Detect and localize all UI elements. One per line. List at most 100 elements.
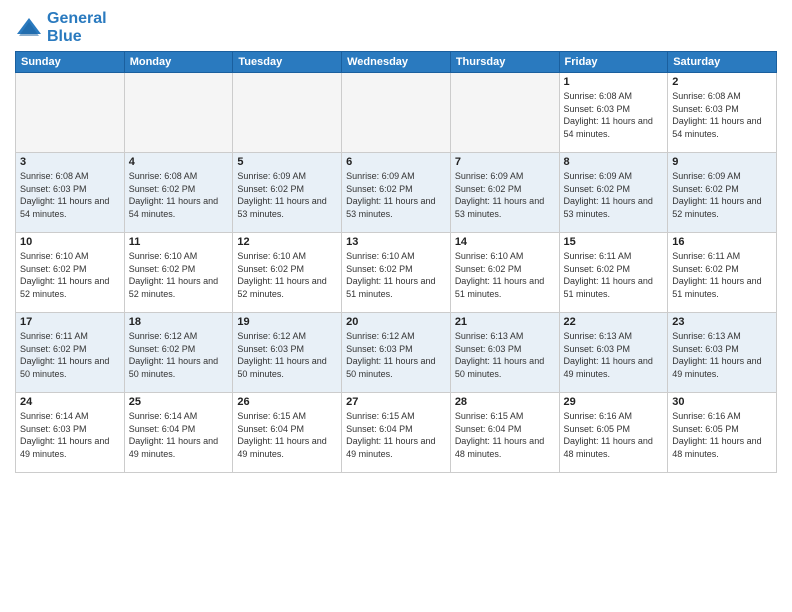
calendar-cell: 10 Sunrise: 6:10 AM Sunset: 6:02 PM Dayl… [16, 233, 125, 313]
weekday-header: Wednesday [342, 52, 451, 73]
calendar-cell: 17 Sunrise: 6:11 AM Sunset: 6:02 PM Dayl… [16, 313, 125, 393]
header: General Blue [15, 10, 777, 45]
calendar-cell: 15 Sunrise: 6:11 AM Sunset: 6:02 PM Dayl… [559, 233, 668, 313]
day-number: 12 [237, 236, 337, 248]
day-info: Sunrise: 6:08 AM Sunset: 6:03 PM Dayligh… [672, 91, 761, 139]
day-number: 20 [346, 316, 446, 328]
day-number: 4 [129, 156, 229, 168]
day-info: Sunrise: 6:08 AM Sunset: 6:03 PM Dayligh… [564, 91, 653, 139]
calendar-cell: 26 Sunrise: 6:15 AM Sunset: 6:04 PM Dayl… [233, 393, 342, 473]
calendar-cell: 20 Sunrise: 6:12 AM Sunset: 6:03 PM Dayl… [342, 313, 451, 393]
calendar-cell: 18 Sunrise: 6:12 AM Sunset: 6:02 PM Dayl… [124, 313, 233, 393]
logo: General Blue [15, 10, 107, 45]
day-number: 10 [20, 236, 120, 248]
calendar-cell [342, 73, 451, 153]
day-info: Sunrise: 6:09 AM Sunset: 6:02 PM Dayligh… [237, 171, 326, 219]
day-number: 24 [20, 396, 120, 408]
calendar-cell: 28 Sunrise: 6:15 AM Sunset: 6:04 PM Dayl… [450, 393, 559, 473]
day-info: Sunrise: 6:12 AM Sunset: 6:03 PM Dayligh… [346, 331, 435, 379]
calendar-cell: 30 Sunrise: 6:16 AM Sunset: 6:05 PM Dayl… [668, 393, 777, 473]
calendar-cell: 14 Sunrise: 6:10 AM Sunset: 6:02 PM Dayl… [450, 233, 559, 313]
calendar-cell: 9 Sunrise: 6:09 AM Sunset: 6:02 PM Dayli… [668, 153, 777, 233]
day-info: Sunrise: 6:13 AM Sunset: 6:03 PM Dayligh… [672, 331, 761, 379]
day-number: 15 [564, 236, 664, 248]
day-number: 7 [455, 156, 555, 168]
day-number: 21 [455, 316, 555, 328]
day-number: 13 [346, 236, 446, 248]
weekday-header: Sunday [16, 52, 125, 73]
weekday-header: Friday [559, 52, 668, 73]
calendar-cell [233, 73, 342, 153]
day-info: Sunrise: 6:10 AM Sunset: 6:02 PM Dayligh… [20, 251, 109, 299]
day-info: Sunrise: 6:09 AM Sunset: 6:02 PM Dayligh… [672, 171, 761, 219]
calendar: SundayMondayTuesdayWednesdayThursdayFrid… [15, 51, 777, 473]
day-info: Sunrise: 6:10 AM Sunset: 6:02 PM Dayligh… [346, 251, 435, 299]
calendar-week-row: 10 Sunrise: 6:10 AM Sunset: 6:02 PM Dayl… [16, 233, 777, 313]
weekday-header: Thursday [450, 52, 559, 73]
calendar-week-row: 1 Sunrise: 6:08 AM Sunset: 6:03 PM Dayli… [16, 73, 777, 153]
weekday-header: Saturday [668, 52, 777, 73]
calendar-cell: 11 Sunrise: 6:10 AM Sunset: 6:02 PM Dayl… [124, 233, 233, 313]
day-info: Sunrise: 6:09 AM Sunset: 6:02 PM Dayligh… [346, 171, 435, 219]
day-number: 26 [237, 396, 337, 408]
calendar-cell: 13 Sunrise: 6:10 AM Sunset: 6:02 PM Dayl… [342, 233, 451, 313]
calendar-cell: 22 Sunrise: 6:13 AM Sunset: 6:03 PM Dayl… [559, 313, 668, 393]
calendar-week-row: 24 Sunrise: 6:14 AM Sunset: 6:03 PM Dayl… [16, 393, 777, 473]
weekday-header: Tuesday [233, 52, 342, 73]
calendar-cell [16, 73, 125, 153]
calendar-cell: 24 Sunrise: 6:14 AM Sunset: 6:03 PM Dayl… [16, 393, 125, 473]
day-number: 6 [346, 156, 446, 168]
day-number: 30 [672, 396, 772, 408]
day-number: 3 [20, 156, 120, 168]
calendar-cell: 6 Sunrise: 6:09 AM Sunset: 6:02 PM Dayli… [342, 153, 451, 233]
day-number: 28 [455, 396, 555, 408]
calendar-cell: 25 Sunrise: 6:14 AM Sunset: 6:04 PM Dayl… [124, 393, 233, 473]
day-info: Sunrise: 6:14 AM Sunset: 6:04 PM Dayligh… [129, 411, 218, 459]
day-info: Sunrise: 6:16 AM Sunset: 6:05 PM Dayligh… [672, 411, 761, 459]
calendar-cell: 21 Sunrise: 6:13 AM Sunset: 6:03 PM Dayl… [450, 313, 559, 393]
day-info: Sunrise: 6:15 AM Sunset: 6:04 PM Dayligh… [455, 411, 544, 459]
calendar-cell [124, 73, 233, 153]
logo-text: General Blue [47, 10, 107, 45]
day-number: 23 [672, 316, 772, 328]
day-info: Sunrise: 6:12 AM Sunset: 6:03 PM Dayligh… [237, 331, 326, 379]
day-info: Sunrise: 6:10 AM Sunset: 6:02 PM Dayligh… [237, 251, 326, 299]
calendar-cell [450, 73, 559, 153]
day-number: 17 [20, 316, 120, 328]
calendar-cell: 16 Sunrise: 6:11 AM Sunset: 6:02 PM Dayl… [668, 233, 777, 313]
day-number: 5 [237, 156, 337, 168]
weekday-header-row: SundayMondayTuesdayWednesdayThursdayFrid… [16, 52, 777, 73]
day-info: Sunrise: 6:16 AM Sunset: 6:05 PM Dayligh… [564, 411, 653, 459]
day-number: 29 [564, 396, 664, 408]
day-number: 11 [129, 236, 229, 248]
day-number: 9 [672, 156, 772, 168]
logo-icon [15, 14, 43, 42]
day-info: Sunrise: 6:08 AM Sunset: 6:02 PM Dayligh… [129, 171, 218, 219]
day-info: Sunrise: 6:09 AM Sunset: 6:02 PM Dayligh… [564, 171, 653, 219]
calendar-cell: 1 Sunrise: 6:08 AM Sunset: 6:03 PM Dayli… [559, 73, 668, 153]
day-number: 14 [455, 236, 555, 248]
day-info: Sunrise: 6:11 AM Sunset: 6:02 PM Dayligh… [564, 251, 653, 299]
calendar-cell: 8 Sunrise: 6:09 AM Sunset: 6:02 PM Dayli… [559, 153, 668, 233]
calendar-cell: 7 Sunrise: 6:09 AM Sunset: 6:02 PM Dayli… [450, 153, 559, 233]
calendar-cell: 3 Sunrise: 6:08 AM Sunset: 6:03 PM Dayli… [16, 153, 125, 233]
calendar-week-row: 17 Sunrise: 6:11 AM Sunset: 6:02 PM Dayl… [16, 313, 777, 393]
day-number: 19 [237, 316, 337, 328]
day-info: Sunrise: 6:10 AM Sunset: 6:02 PM Dayligh… [129, 251, 218, 299]
calendar-week-row: 3 Sunrise: 6:08 AM Sunset: 6:03 PM Dayli… [16, 153, 777, 233]
day-number: 2 [672, 76, 772, 88]
calendar-cell: 23 Sunrise: 6:13 AM Sunset: 6:03 PM Dayl… [668, 313, 777, 393]
day-number: 8 [564, 156, 664, 168]
weekday-header: Monday [124, 52, 233, 73]
calendar-cell: 19 Sunrise: 6:12 AM Sunset: 6:03 PM Dayl… [233, 313, 342, 393]
day-info: Sunrise: 6:12 AM Sunset: 6:02 PM Dayligh… [129, 331, 218, 379]
day-info: Sunrise: 6:13 AM Sunset: 6:03 PM Dayligh… [564, 331, 653, 379]
day-info: Sunrise: 6:15 AM Sunset: 6:04 PM Dayligh… [237, 411, 326, 459]
day-number: 25 [129, 396, 229, 408]
calendar-cell: 12 Sunrise: 6:10 AM Sunset: 6:02 PM Dayl… [233, 233, 342, 313]
day-info: Sunrise: 6:13 AM Sunset: 6:03 PM Dayligh… [455, 331, 544, 379]
day-number: 16 [672, 236, 772, 248]
calendar-cell: 2 Sunrise: 6:08 AM Sunset: 6:03 PM Dayli… [668, 73, 777, 153]
day-info: Sunrise: 6:11 AM Sunset: 6:02 PM Dayligh… [20, 331, 109, 379]
calendar-cell: 27 Sunrise: 6:15 AM Sunset: 6:04 PM Dayl… [342, 393, 451, 473]
